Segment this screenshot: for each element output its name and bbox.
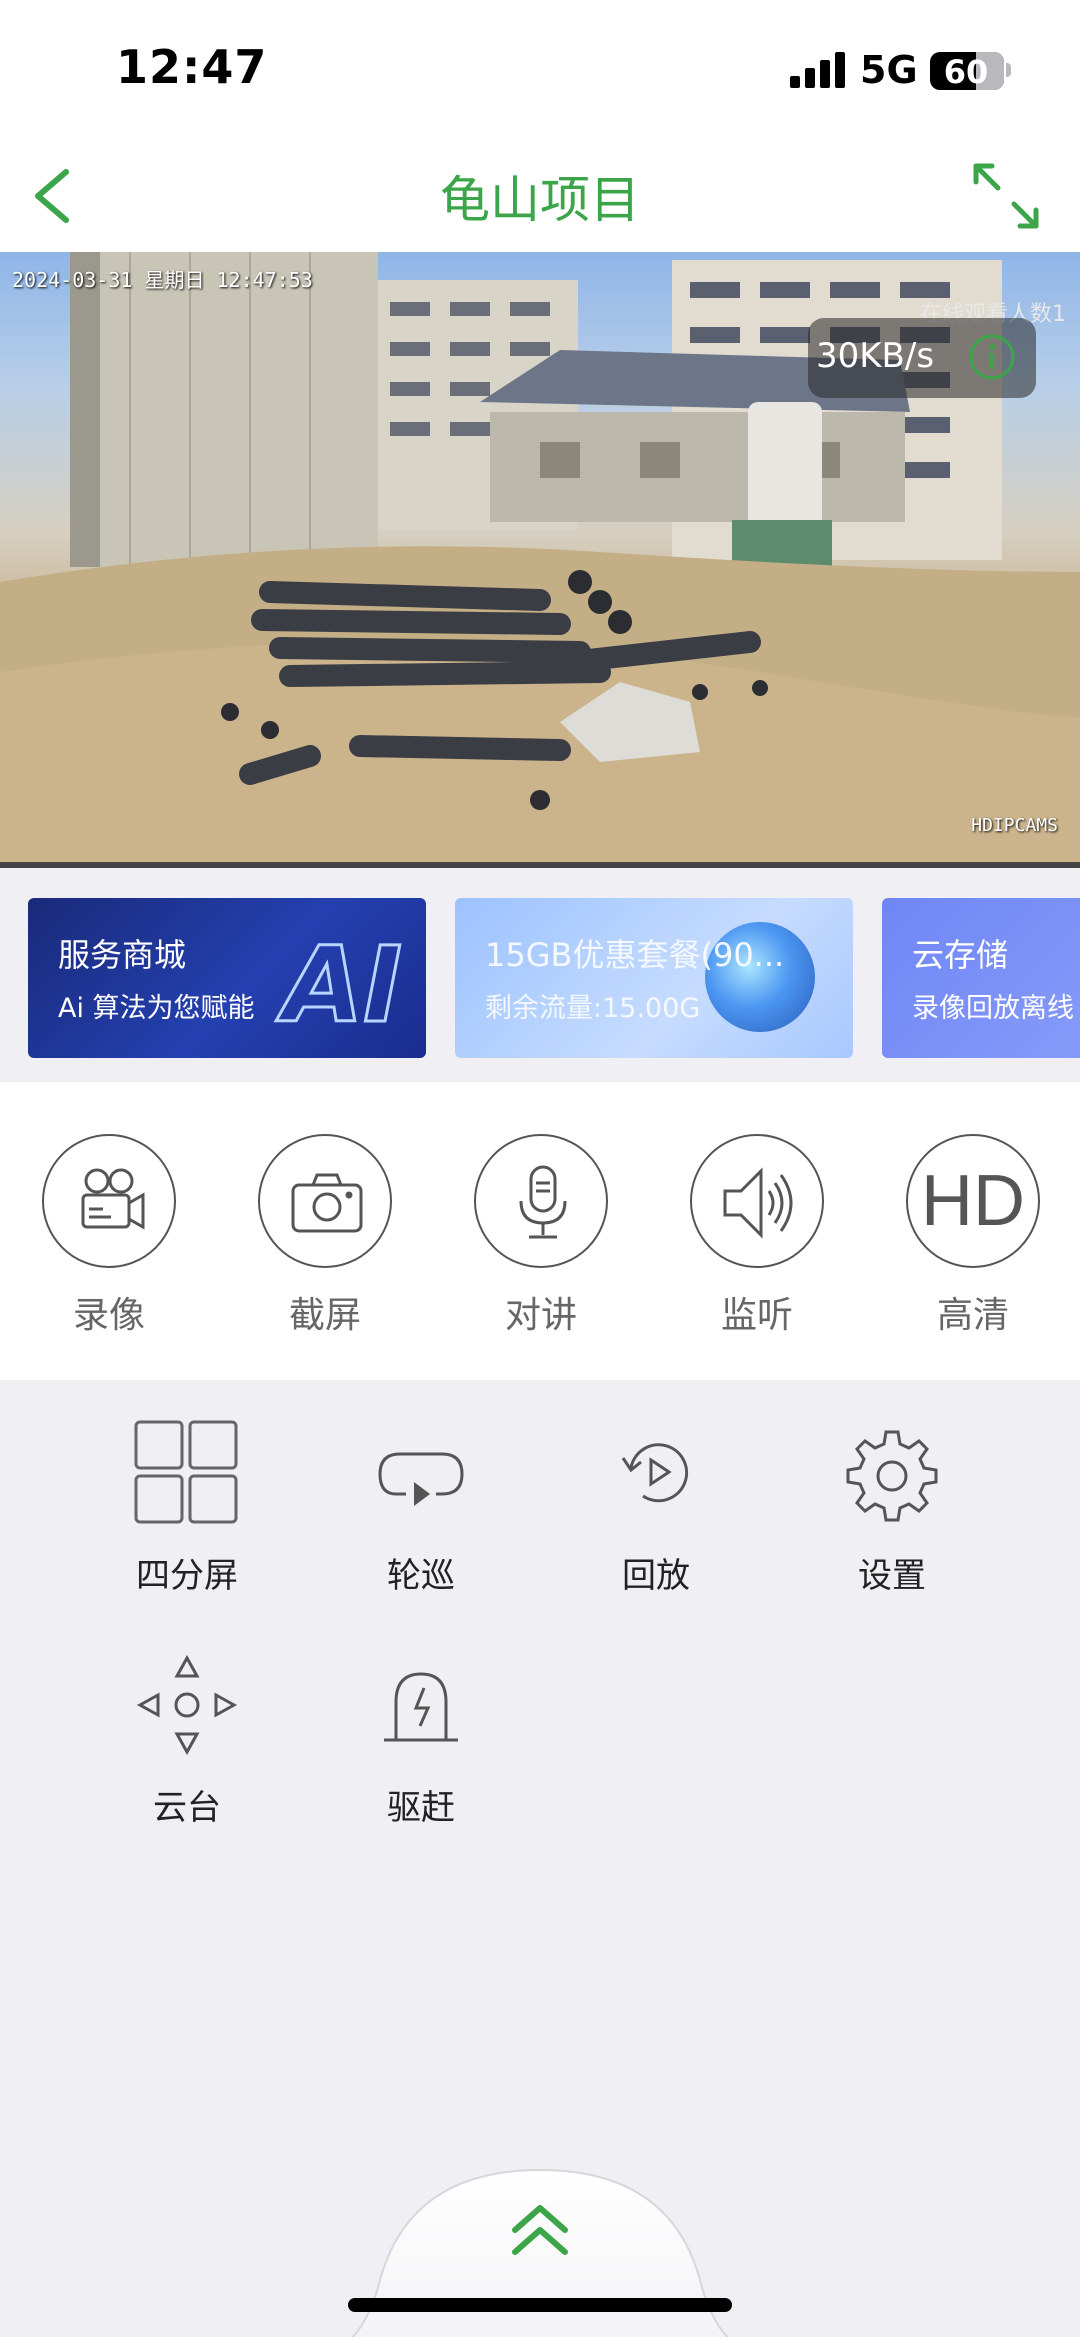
network-type: 5G: [860, 48, 918, 92]
record-button[interactable]: 录像: [42, 1134, 176, 1338]
banner-subtitle: 剩余流量:15.00G: [485, 993, 701, 1024]
battery-icon: 60: [930, 52, 1004, 90]
function-label: 设置: [858, 1556, 926, 1596]
info-icon[interactable]: [968, 333, 1016, 381]
video-timestamp: 2024-03-31 星期日 12:47:53: [12, 268, 313, 292]
playback-button[interactable]: 回放: [566, 1418, 746, 1597]
loop-icon: [378, 1452, 464, 1506]
control-label: 高清: [936, 1295, 1009, 1336]
battery-tip: [1006, 63, 1011, 77]
home-indicator: [348, 2298, 732, 2312]
banner-title: 云存储: [912, 936, 1009, 974]
promo-carousel: 服务商城 Ai 算法为您赋能 AI 15GB优惠套餐(90... 剩余流量:15…: [0, 862, 1080, 1082]
banner-data-package[interactable]: 15GB优惠套餐(90... 剩余流量:15.00G: [455, 898, 853, 1058]
status-bar: 12:47 5G 60: [0, 0, 1080, 140]
ptz-icon: [136, 1654, 238, 1756]
banner-service-mall[interactable]: 服务商城 Ai 算法为您赋能 AI: [28, 898, 426, 1058]
banner-subtitle: 录像回放离线: [912, 993, 1074, 1024]
speed-indicator: 30KB/s: [808, 318, 1036, 398]
function-label: 四分屏: [136, 1556, 238, 1596]
camera-screen: 12:47 5G 60 龟山项目 2024-03-31 星期日 12:47:53…: [0, 0, 1080, 2337]
deter-button[interactable]: 驱赶: [331, 1650, 511, 1829]
page-title: 龟山项目: [440, 171, 640, 229]
alarm-icon: [384, 1672, 458, 1742]
patrol-button[interactable]: 轮巡: [331, 1418, 511, 1597]
control-label: 对讲: [504, 1295, 577, 1336]
replay-icon: [621, 1443, 689, 1503]
banner-title: 服务商城: [58, 936, 187, 974]
video-feed[interactable]: 2024-03-31 星期日 12:47:53 在线观看人数1 30KB/s H…: [0, 252, 1080, 862]
speed-value: 30KB/s: [816, 336, 935, 376]
function-label: 驱赶: [387, 1788, 455, 1828]
signal-icon: [790, 52, 845, 88]
grid-icon: [134, 1420, 238, 1524]
camera-icon: [291, 1173, 363, 1233]
control-label: 截屏: [288, 1295, 361, 1336]
function-label: 回放: [622, 1556, 690, 1596]
settings-button[interactable]: 设置: [802, 1418, 982, 1597]
quad-view-button[interactable]: 四分屏: [97, 1418, 277, 1597]
intercom-button[interactable]: 对讲: [474, 1134, 608, 1338]
function-label: 轮巡: [387, 1556, 455, 1596]
video-camera-icon: [81, 1168, 145, 1230]
camera-watermark: HDIPCAMS: [971, 815, 1058, 836]
banner-subtitle: Ai 算法为您赋能: [58, 993, 255, 1024]
status-time: 12:47: [116, 40, 268, 94]
battery-level: 60: [943, 53, 989, 90]
ptz-button[interactable]: 云台: [97, 1650, 277, 1829]
hd-icon: HD: [906, 1134, 1040, 1268]
fullscreen-icon[interactable]: [970, 160, 1042, 232]
hd-button[interactable]: HD 高清: [906, 1134, 1040, 1338]
chevron-up-icon[interactable]: [505, 2200, 575, 2260]
banner-title: 15GB优惠套餐(90...: [485, 936, 785, 974]
ai-logo: AI: [281, 923, 403, 1048]
screenshot-button[interactable]: 截屏: [258, 1134, 392, 1338]
control-label: 录像: [72, 1295, 145, 1336]
speaker-icon: [723, 1167, 793, 1239]
function-label: 云台: [153, 1788, 221, 1828]
control-label: 监听: [720, 1295, 793, 1336]
banner-cloud-storage[interactable]: 云存储 录像回放离线: [882, 898, 1080, 1058]
gear-icon: [846, 1430, 938, 1522]
listen-button[interactable]: 监听: [690, 1134, 824, 1338]
microphone-icon: [519, 1165, 567, 1239]
control-panel: 录像 截屏 对讲 监听 HD 高清: [0, 1082, 1080, 1380]
nav-bar: 龟山项目: [0, 140, 1080, 252]
